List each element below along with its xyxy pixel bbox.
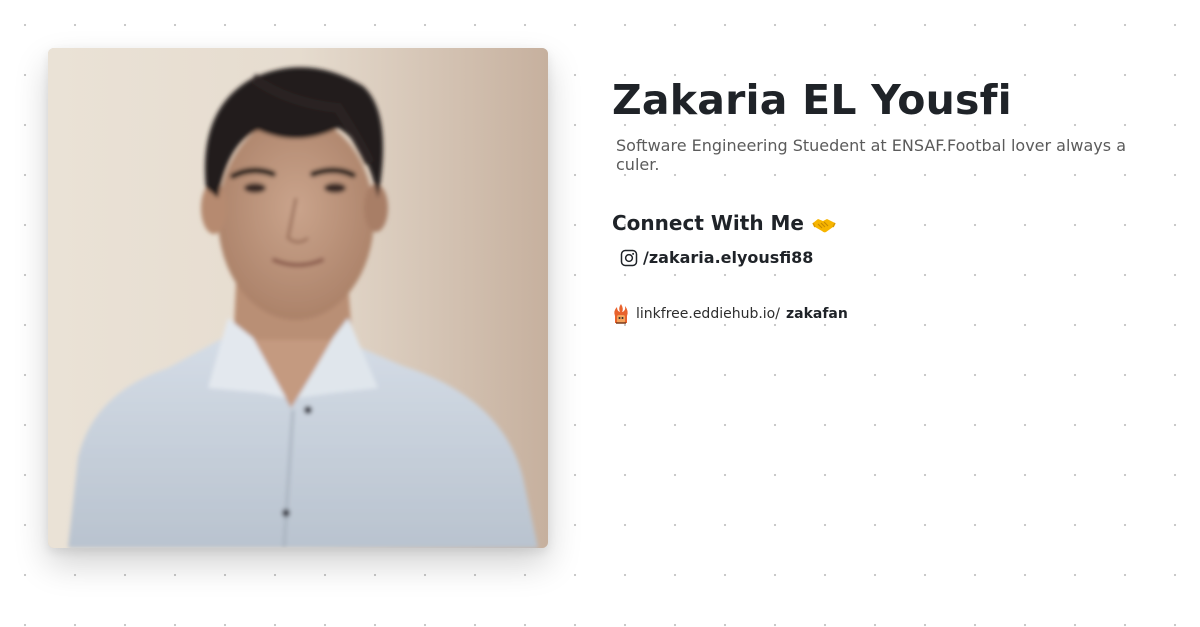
- connect-heading: Connect With Me: [612, 210, 1152, 236]
- profile-photo: [48, 48, 548, 548]
- linkfree-username: zakafan: [785, 306, 848, 322]
- handshake-icon: [812, 214, 836, 233]
- profile-info: Zakaria EL Yousfi Software Engineering S…: [612, 72, 1152, 325]
- instagram-link[interactable]: /zakaria.elyousfi88: [620, 248, 813, 267]
- instagram-handle: /zakaria.elyousfi88: [643, 248, 814, 267]
- profile-bio: Software Engineering Stuedent at ENSAF.F…: [616, 136, 1126, 174]
- profile-name: Zakaria EL Yousfi: [612, 76, 1012, 124]
- linkfree-logo-icon: [612, 303, 630, 325]
- linkfree-footer[interactable]: linkfree.eddiehub.io/ zakafan: [612, 303, 848, 325]
- connect-heading-label: Connect With Me: [612, 211, 804, 235]
- linkfree-domain: linkfree.eddiehub.io/: [636, 306, 780, 322]
- instagram-icon: [620, 249, 638, 267]
